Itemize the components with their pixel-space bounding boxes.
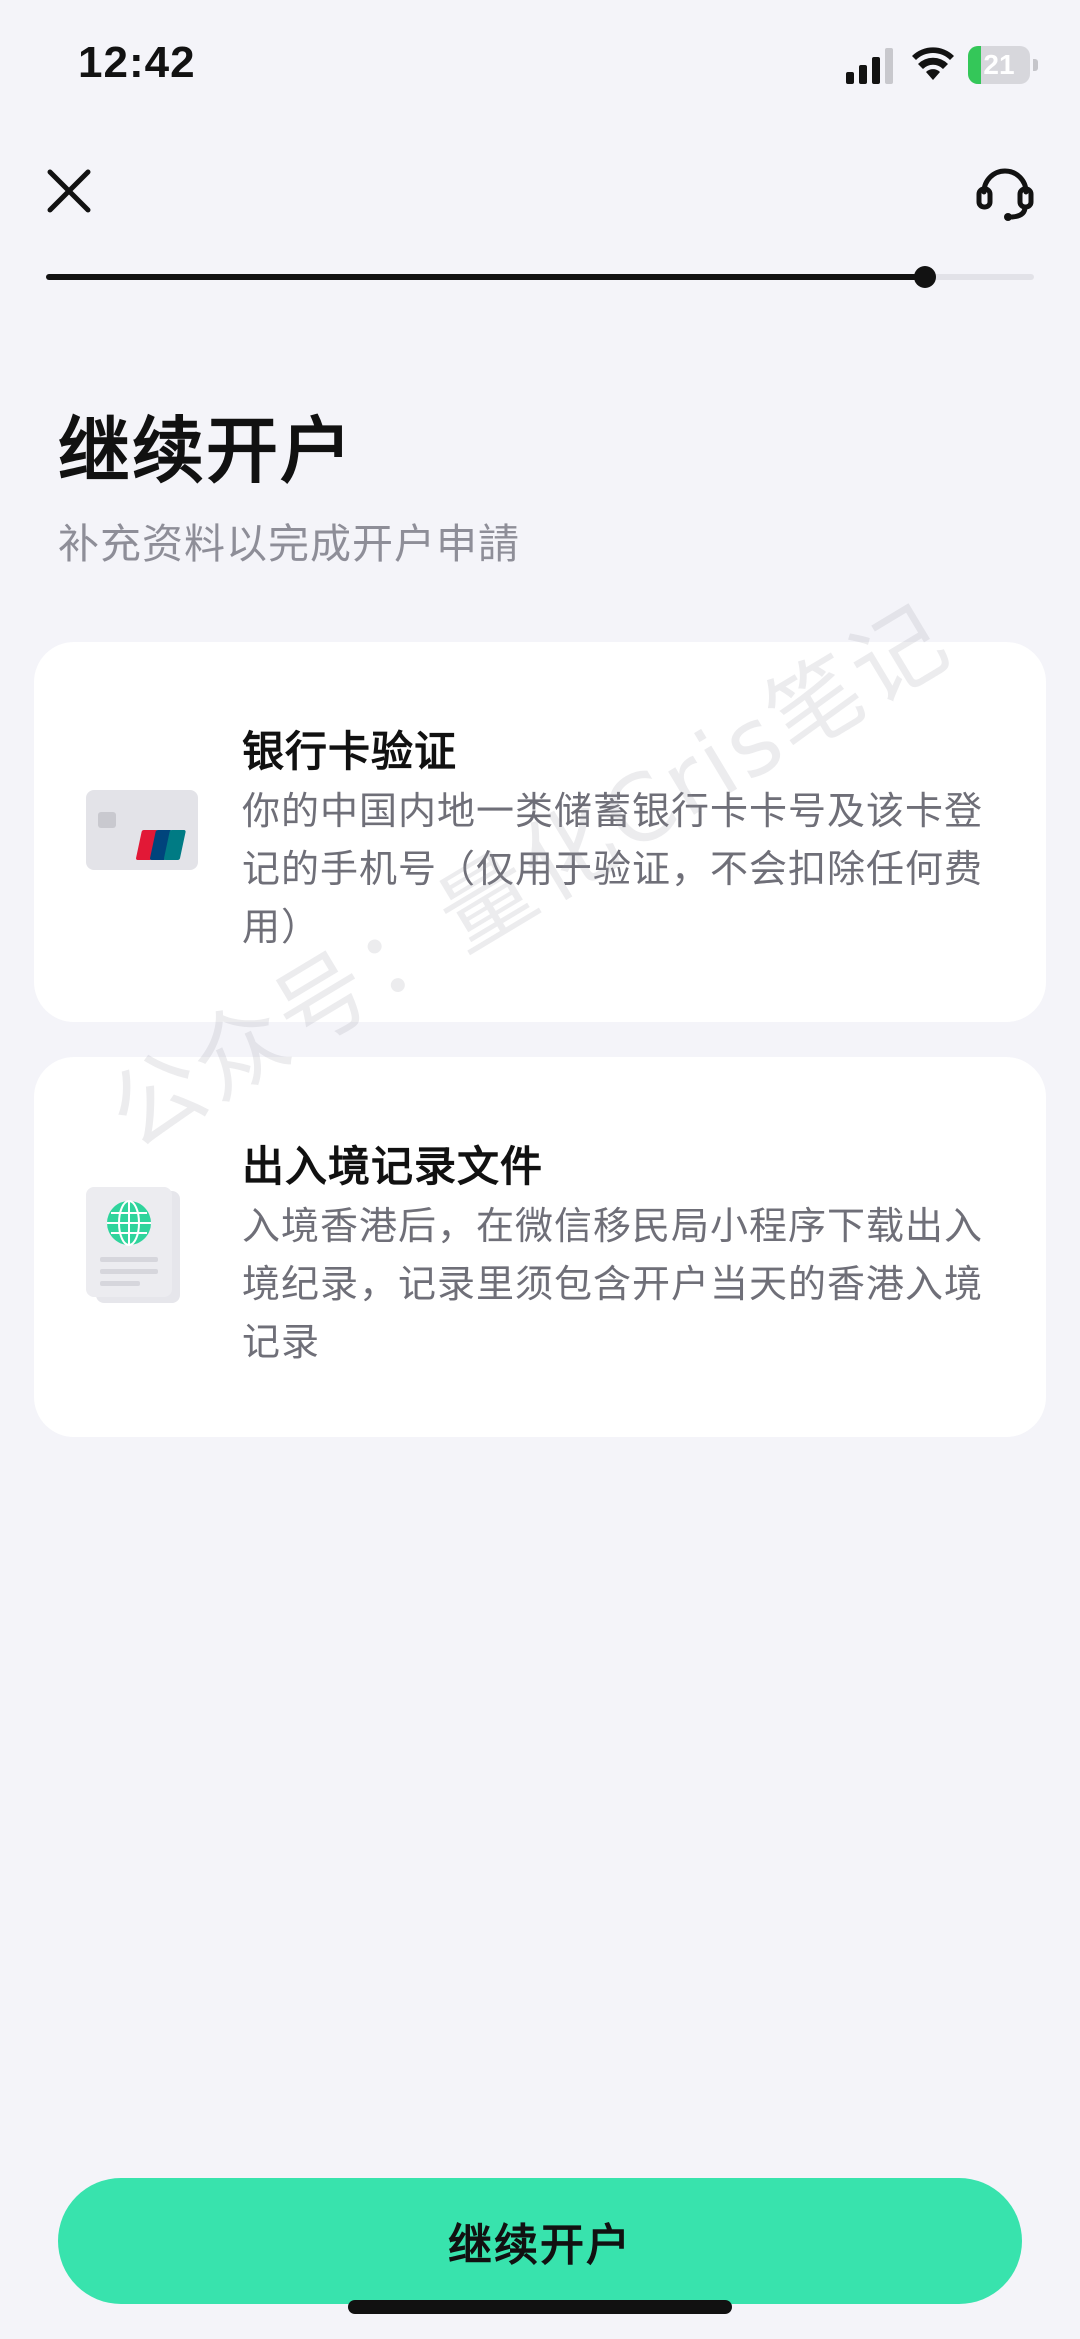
headset-icon [976,168,1034,221]
card-title: 出入境记录文件 [242,1142,544,1191]
continue-account-opening-button[interactable]: 继续开户 [58,2178,1022,2304]
card-description: 入境香港后，在微信移民局小程序下载出入境纪录，记录里须包含开户当天的香港入境记录 [242,1204,984,1364]
close-icon [47,169,91,213]
battery-icon: 21 [968,46,1038,84]
entry-exit-record-card[interactable]: 出入境记录文件 入境香港后，在微信移民局小程序下载出入境纪录，记录里须包含开户当… [34,1057,1046,1437]
battery-percentage: 21 [983,49,1015,80]
status-bar: 12:42 21 [0,0,1080,130]
progress-knob [914,266,937,288]
page-title: 继续开户 [58,409,355,493]
status-time: 12:42 [78,38,196,87]
wifi-icon [912,47,954,80]
card-description: 你的中国内地一类储蓄银行卡卡号及该卡登记的手机号（仅用于验证，不会扣除任何费用） [242,789,984,949]
card-title: 银行卡验证 [242,727,458,776]
home-indicator [348,2300,732,2314]
bank-card-verification-card[interactable]: 银行卡验证 你的中国内地一类储蓄银行卡卡号及该卡登记的手机号（仅用于验证，不会扣… [34,642,1046,1022]
bank-card-icon [86,790,198,870]
progress-bar [46,266,1034,288]
passport-globe-icon [86,1187,180,1303]
customer-support-button[interactable] [970,156,1040,226]
progress-fill [46,274,926,280]
page-subtitle: 补充资料以完成开户申請 [58,520,520,568]
cellular-signal-icon [846,48,893,84]
close-button[interactable] [38,160,100,222]
